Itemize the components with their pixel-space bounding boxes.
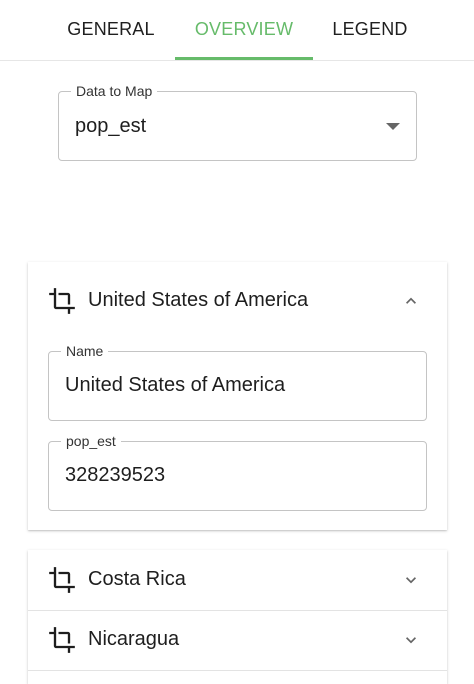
tab-overview[interactable]: OVERVIEW xyxy=(175,0,313,60)
chevron-down-icon[interactable] xyxy=(401,570,421,590)
list-item[interactable]: Nicaragua xyxy=(28,610,447,670)
pop-est-field-label: pop_est xyxy=(61,433,121,449)
tab-bar: GENERAL OVERVIEW LEGEND xyxy=(0,0,474,61)
pop-est-field[interactable]: pop_est 328239523 xyxy=(48,433,427,511)
list-item-title: Nicaragua xyxy=(88,628,180,650)
data-to-map-select[interactable]: Data to Map pop_est xyxy=(58,83,417,161)
tab-overview-label: OVERVIEW xyxy=(194,19,294,39)
tab-active-indicator xyxy=(175,57,313,60)
chevron-up-icon[interactable] xyxy=(401,291,421,311)
data-to-map-value: pop_est xyxy=(75,115,147,137)
list-item-title: Costa Rica xyxy=(88,568,186,590)
feature-list: Costa Rica Nicaragua xyxy=(28,550,447,684)
crop-icon xyxy=(49,567,75,593)
divider xyxy=(28,670,447,671)
crop-icon xyxy=(49,288,75,314)
data-to-map-label: Data to Map xyxy=(71,83,158,99)
tab-legend-label: LEGEND xyxy=(332,19,408,39)
crop-icon xyxy=(49,627,75,653)
name-field-label: Name xyxy=(61,343,109,359)
tab-legend[interactable]: LEGEND xyxy=(314,0,426,59)
pop-est-field-value: 328239523 xyxy=(65,464,166,486)
caret-down-icon[interactable] xyxy=(386,123,400,130)
chevron-down-icon[interactable] xyxy=(401,630,421,650)
tab-general-label: GENERAL xyxy=(67,19,155,39)
name-field[interactable]: Name United States of America xyxy=(48,343,427,421)
feature-card-expanded: United States of America Name United Sta… xyxy=(28,262,447,530)
feature-card-header[interactable]: United States of America xyxy=(28,271,447,331)
feature-card-title: United States of America xyxy=(88,289,309,311)
list-item[interactable]: Costa Rica xyxy=(28,550,447,610)
name-field-value: United States of America xyxy=(65,374,286,396)
tab-general[interactable]: GENERAL xyxy=(48,0,174,59)
